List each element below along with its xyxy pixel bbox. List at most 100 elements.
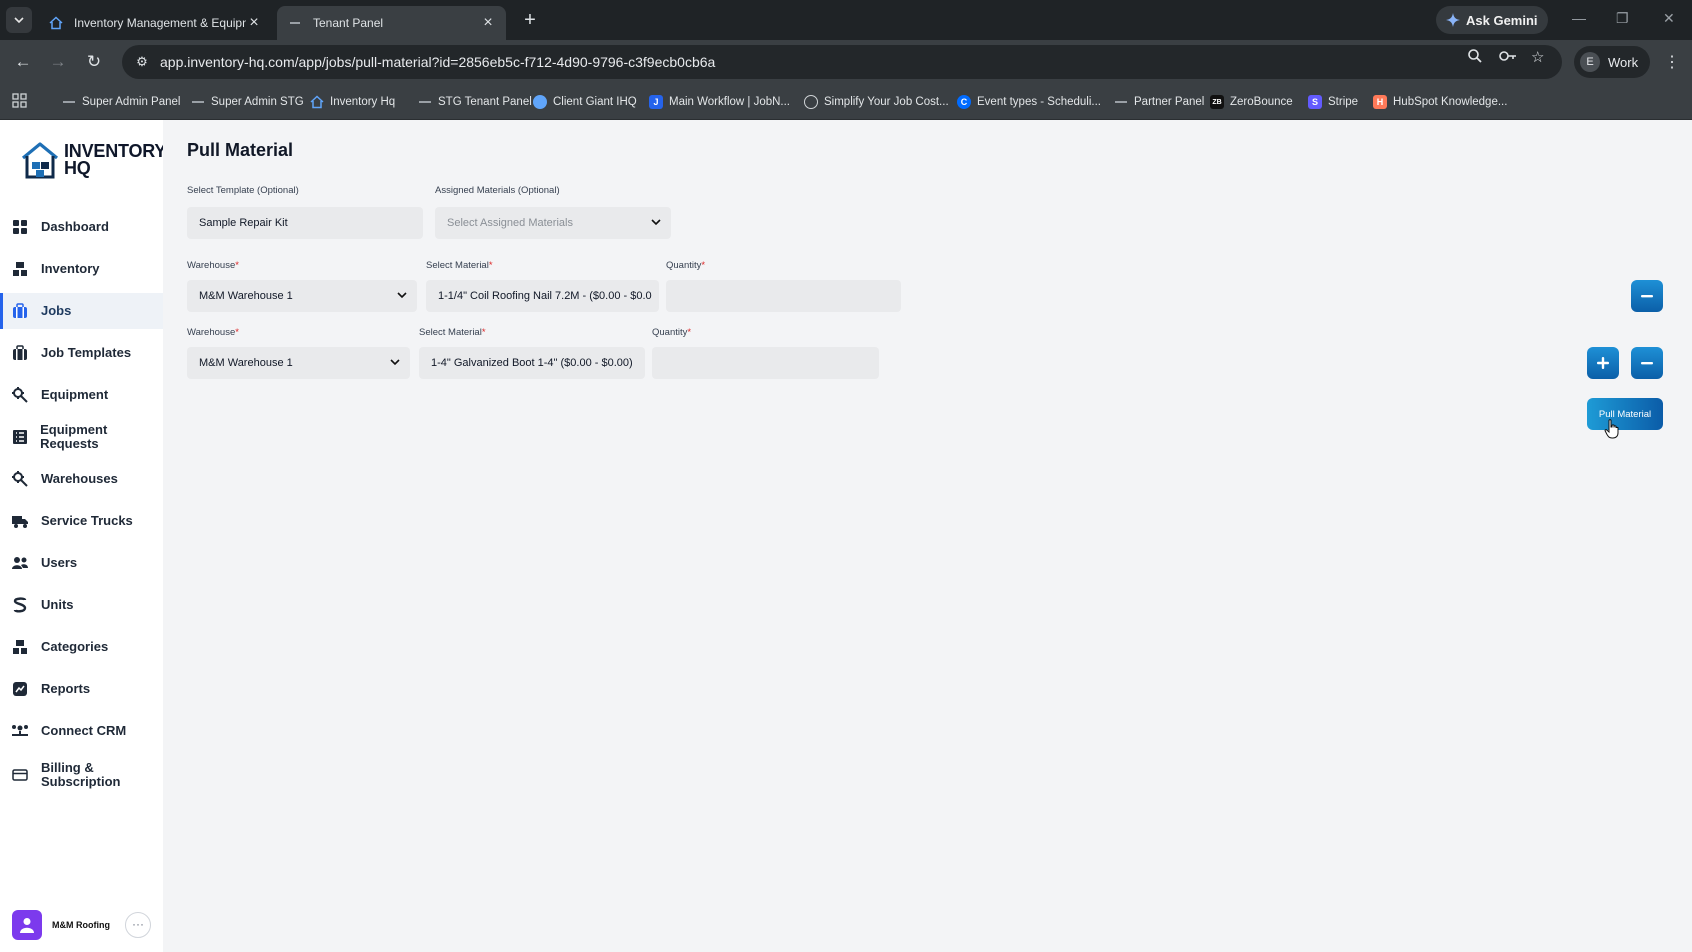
add-row-button[interactable]	[1587, 347, 1619, 379]
sidebar-item-equipment-requests[interactable]: Equipment Requests	[0, 419, 163, 455]
browser-tab-bar: Inventory Management & Equipm × Tenant P…	[0, 0, 1692, 40]
bookmark-stripe[interactable]: S Stripe	[1308, 84, 1358, 120]
apps-grid-icon[interactable]	[12, 93, 27, 112]
tab-title: Inventory Management & Equipm	[74, 16, 246, 30]
crm-icon	[11, 722, 29, 740]
bookmark-label: ZeroBounce	[1230, 96, 1293, 108]
assigned-materials-label: Assigned Materials (Optional)	[435, 185, 560, 196]
equipment-requests-icon	[11, 428, 28, 446]
sidebar-item-label: Service Trucks	[41, 513, 133, 528]
bookmark-super-admin-panel[interactable]: Super Admin Panel	[62, 84, 180, 120]
sparkle-icon	[1446, 13, 1460, 27]
chevron-down-icon	[390, 359, 400, 366]
logo-line-2: HQ	[64, 158, 91, 178]
minus-icon	[1641, 295, 1653, 298]
sidebar-item-inventory[interactable]: Inventory	[0, 251, 163, 287]
bookmark-stg-tenant-panel[interactable]: STG Tenant Panel	[418, 84, 532, 120]
quantity-label-text: Quantity	[666, 260, 702, 271]
template-label: Select Template (Optional)	[187, 185, 299, 196]
warehouse-value: M&M Warehouse 1	[199, 357, 293, 369]
quantity-input[interactable]	[652, 347, 879, 379]
inventory-icon	[11, 260, 29, 278]
profile-label: Work	[1608, 54, 1639, 70]
sidebar-item-label: Inventory	[41, 261, 100, 276]
ask-gemini-button[interactable]: Ask Gemini	[1436, 6, 1548, 34]
profile-button[interactable]: E Work	[1574, 46, 1651, 78]
quantity-input[interactable]	[666, 280, 901, 312]
template-select[interactable]: Sample Repair Kit	[187, 207, 423, 239]
bookmark-label: Client Giant IHQ	[553, 96, 637, 108]
sidebar-item-categories[interactable]: Categories	[0, 629, 163, 665]
sidebar-item-dashboard[interactable]: Dashboard	[0, 209, 163, 245]
user-more-button[interactable]: ···	[125, 912, 151, 938]
minimize-icon[interactable]: —	[1572, 10, 1586, 26]
bookmark-label: Simplify Your Job Cost...	[824, 96, 949, 108]
sidebar-item-connect-crm[interactable]: Connect CRM	[0, 713, 163, 749]
logo-house-icon	[21, 142, 59, 179]
material-select[interactable]: 1-4" Galvanized Boot 1-4" ($0.00 - $0.00…	[419, 347, 645, 379]
bookmark-event-types[interactable]: C Event types - Scheduli...	[957, 84, 1101, 120]
bookmark-main-workflow[interactable]: J Main Workflow | JobN...	[649, 84, 790, 120]
chevron-down-icon	[14, 17, 24, 24]
warehouse-label: Warehouse*	[187, 260, 239, 271]
sidebar-item-reports[interactable]: Reports	[0, 671, 163, 707]
sidebar-item-billing[interactable]: Billing & Subscription	[0, 755, 163, 795]
sidebar-item-units[interactable]: Units	[0, 587, 163, 623]
bookmark-partner-panel[interactable]: Partner Panel	[1114, 84, 1204, 120]
reload-icon[interactable]: ↻	[83, 51, 105, 73]
bookmark-label: Stripe	[1328, 96, 1359, 108]
close-tab-icon[interactable]: ×	[246, 14, 262, 32]
user-account[interactable]: M&M Roofing	[12, 910, 110, 940]
back-icon[interactable]: ←	[12, 51, 34, 73]
bookmark-label: STG Tenant Panel	[438, 96, 532, 108]
bookmark-client-giant[interactable]: Client Giant IHQ	[533, 84, 637, 120]
browser-tab-inventory[interactable]: Inventory Management & Equipm ×	[38, 6, 272, 40]
browser-tab-tenant-panel[interactable]: Tenant Panel ×	[277, 6, 506, 40]
address-bar[interactable]: ⚙ app.inventory-hq.com/app/jobs/pull-mat…	[122, 45, 1562, 79]
zoom-icon[interactable]	[1467, 48, 1483, 68]
stripe-icon: S	[1308, 95, 1322, 109]
user-icon	[20, 918, 34, 933]
remove-row-button[interactable]	[1631, 347, 1663, 379]
material-select[interactable]: 1-1/4" Coil Roofing Nail 7.2M - ($0.00 -…	[426, 280, 659, 312]
required-mark: *	[488, 260, 493, 271]
bookmark-inventory-hq[interactable]: Inventory Hq	[310, 84, 395, 120]
browser-menu-icon[interactable]: ⋮	[1664, 52, 1680, 72]
sidebar-item-jobs[interactable]: Jobs	[0, 293, 163, 329]
zb-icon: ZB	[1210, 95, 1224, 109]
warehouse-select[interactable]: M&M Warehouse 1	[187, 280, 417, 312]
sidebar-item-label: Categories	[41, 639, 109, 654]
sidebar-item-warehouses[interactable]: Warehouses	[0, 461, 163, 497]
sidebar-item-equipment[interactable]: Equipment	[0, 377, 163, 413]
assigned-materials-select[interactable]: Select Assigned Materials	[435, 207, 671, 239]
sidebar-item-label: Job Templates	[41, 345, 132, 360]
bookmark-hubspot[interactable]: H HubSpot Knowledge...	[1373, 84, 1507, 120]
calendly-icon: C	[957, 95, 971, 109]
bookmark-star-icon[interactable]: ☆	[1531, 48, 1544, 66]
warehouses-icon	[11, 470, 29, 488]
sidebar-item-job-templates[interactable]: Job Templates	[0, 335, 163, 371]
forward-icon[interactable]: →	[47, 51, 69, 73]
restore-icon[interactable]: ❐	[1616, 10, 1629, 27]
app-logo[interactable]: INVENTORY HQ	[20, 140, 166, 180]
sidebar-item-label: Reports	[41, 681, 91, 696]
tab-search-button[interactable]	[6, 7, 32, 33]
sidebar-item-label: Users	[41, 555, 78, 570]
close-window-icon[interactable]: ✕	[1663, 10, 1675, 27]
bookmark-zerobounce[interactable]: ZB ZeroBounce	[1210, 84, 1293, 120]
close-tab-icon[interactable]: ×	[480, 14, 496, 32]
bookmark-super-admin-stg[interactable]: Super Admin STG	[191, 84, 304, 120]
remove-row-button[interactable]	[1631, 280, 1663, 312]
globe-icon	[804, 95, 818, 109]
warehouse-select[interactable]: M&M Warehouse 1	[187, 347, 410, 379]
template-value: Sample Repair Kit	[199, 217, 288, 229]
password-key-icon[interactable]	[1498, 48, 1518, 68]
bookmark-simplify[interactable]: Simplify Your Job Cost...	[804, 84, 949, 120]
site-settings-icon[interactable]: ⚙	[126, 54, 158, 70]
pull-material-button[interactable]: Pull Material	[1587, 398, 1663, 430]
house-icon	[310, 95, 324, 109]
sidebar-item-users[interactable]: Users	[0, 545, 163, 581]
new-tab-button[interactable]: +	[518, 8, 542, 32]
sidebar-item-service-trucks[interactable]: Service Trucks	[0, 503, 163, 539]
quantity-label: Quantity*	[666, 260, 705, 271]
